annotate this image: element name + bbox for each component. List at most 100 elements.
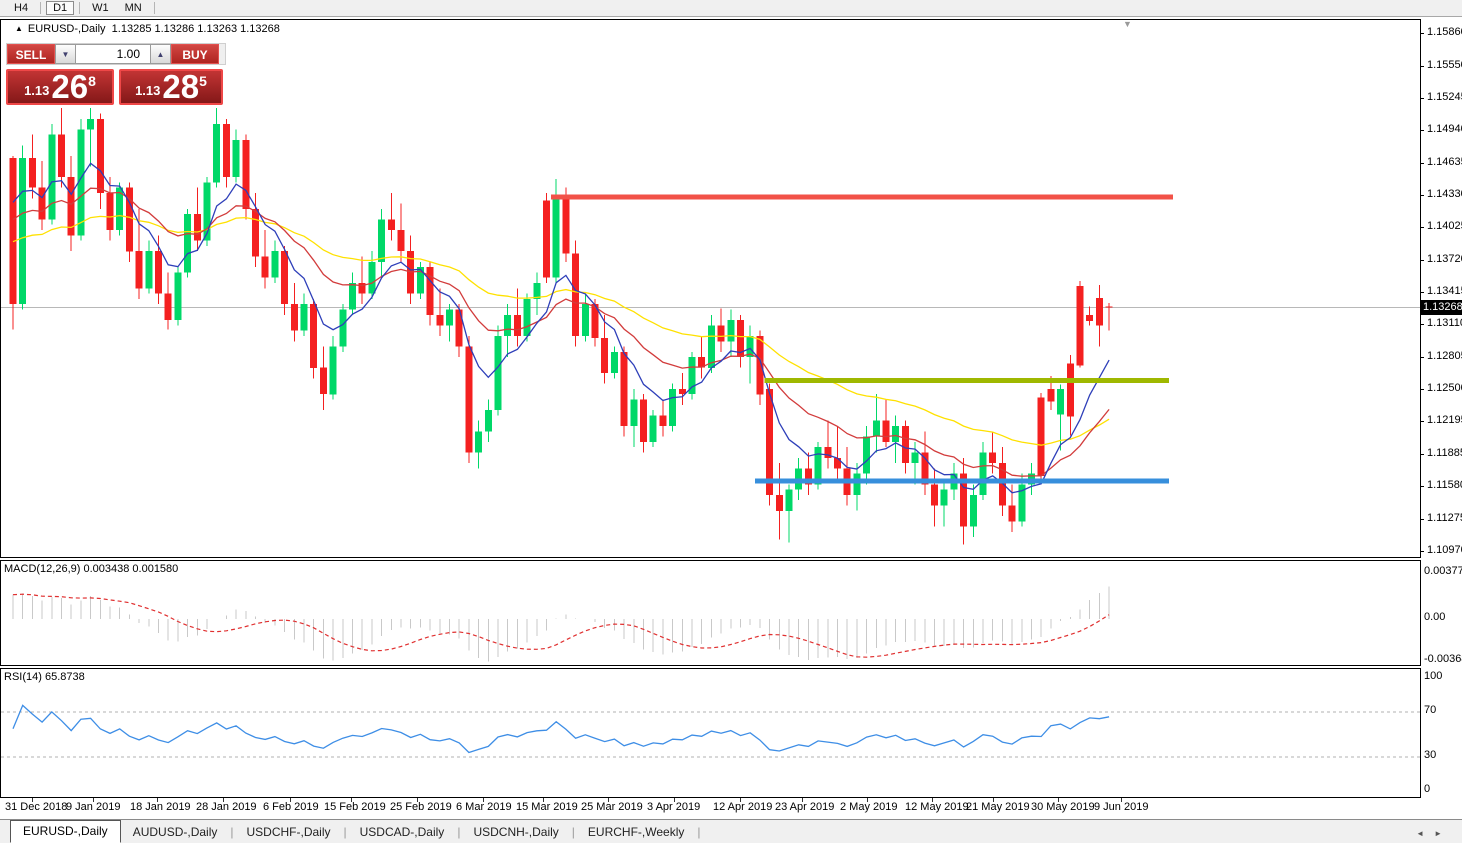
price-tick-label: 1.11275 xyxy=(1427,512,1462,524)
main-chart-pane[interactable]: ▲ EURUSD-,Daily 1.13285 1.13286 1.13263 1… xyxy=(0,19,1421,558)
buy-price-sup: 5 xyxy=(199,73,207,89)
date-axis-label: 28 Jan 2019 xyxy=(196,801,257,813)
buy-price-prefix: 1.13 xyxy=(135,83,160,98)
timeframe-button-h4[interactable]: H4 xyxy=(7,1,35,15)
date-axis-label: 12 May 2019 xyxy=(905,801,969,813)
volume-up-button[interactable]: ▲ xyxy=(150,44,171,64)
timeframe-button-w1[interactable]: W1 xyxy=(85,1,116,15)
price-tick-label: 1.15860 xyxy=(1427,26,1462,38)
date-tick-mark xyxy=(483,798,484,802)
date-axis-label: 15 Feb 2019 xyxy=(324,801,386,813)
price-tick-label: 1.15245 xyxy=(1427,91,1462,103)
date-tick-mark xyxy=(608,798,609,802)
rsi-axis-label: 30 xyxy=(1424,749,1436,761)
date-axis-label: 30 May 2019 xyxy=(1031,801,1095,813)
date-axis-label: 6 Mar 2019 xyxy=(456,801,512,813)
date-tick-mark xyxy=(1058,798,1059,802)
date-tick-mark xyxy=(290,798,291,802)
price-tick-label: 1.12805 xyxy=(1427,350,1462,362)
sell-price-sup: 8 xyxy=(88,73,96,89)
date-axis-label: 15 Mar 2019 xyxy=(516,801,578,813)
price-tick-mark xyxy=(1420,486,1424,487)
price-tick-label: 1.13415 xyxy=(1427,285,1462,297)
timeframe-button-d1[interactable]: D1 xyxy=(46,1,74,15)
price-tick-label: 1.11885 xyxy=(1427,447,1462,459)
timeframe-button-mn[interactable]: MN xyxy=(118,1,149,15)
date-axis-label: 31 Dec 2018 xyxy=(5,801,67,813)
date-tick-mark xyxy=(223,798,224,802)
price-tick-mark xyxy=(1420,195,1424,196)
timeframe-toolbar: H4 D1 W1MN xyxy=(0,0,1462,17)
tab-usdcnh-daily[interactable]: USDCNH-,Daily xyxy=(461,822,570,843)
sell-button[interactable]: SELL xyxy=(7,44,55,64)
tab-usdcad-daily[interactable]: USDCAD-,Daily xyxy=(348,822,457,843)
tab-eurusd-daily[interactable]: EURUSD-,Daily xyxy=(10,820,121,843)
chevron-down-icon: ▼ xyxy=(62,50,70,59)
date-tick-mark xyxy=(674,798,675,802)
date-axis-label: 9 Jun 2019 xyxy=(1094,801,1148,813)
price-tick-mark xyxy=(1420,292,1424,293)
price-tick-label: 1.13720 xyxy=(1427,253,1462,265)
rsi-indicator-pane[interactable]: RSI(14) 65.8738 xyxy=(0,668,1421,798)
price-tick-mark xyxy=(1420,454,1424,455)
price-tick-label: 1.14635 xyxy=(1427,156,1462,168)
date-axis-label: 12 Apr 2019 xyxy=(713,801,772,813)
date-axis-label: 2 May 2019 xyxy=(840,801,897,813)
tab-scroll-right-icon[interactable]: ► xyxy=(1434,829,1452,838)
volume-input[interactable] xyxy=(76,44,150,64)
tab-scroll-arrows[interactable]: ◄► xyxy=(1416,829,1452,838)
toolbar-separator xyxy=(154,2,155,14)
rsi-axis-label: 0 xyxy=(1424,783,1430,795)
price-tick-label: 1.12500 xyxy=(1427,382,1462,394)
date-axis-label: 25 Feb 2019 xyxy=(390,801,452,813)
date-tick-mark xyxy=(32,798,33,802)
macd-label: MACD(12,26,9) 0.003438 0.001580 xyxy=(4,563,178,575)
buy-button[interactable]: BUY xyxy=(171,44,219,64)
date-tick-mark xyxy=(740,798,741,802)
macd-axis-label: 0.003777 xyxy=(1424,565,1462,577)
chart-title: EURUSD-,Daily xyxy=(28,23,106,35)
toolbar-separator xyxy=(79,2,80,14)
price-tick-mark xyxy=(1420,66,1424,67)
price-tick-label: 1.12195 xyxy=(1427,414,1462,426)
macd-axis-label: 0.00 xyxy=(1424,611,1445,623)
date-tick-mark xyxy=(543,798,544,802)
price-tick-mark xyxy=(1420,130,1424,131)
price-tick-mark xyxy=(1420,33,1424,34)
chart-shift-marker-icon[interactable]: ▼ xyxy=(1123,19,1132,29)
price-tick-mark xyxy=(1420,163,1424,164)
current-price-tag: 1.13268 xyxy=(1421,300,1462,315)
price-tick-mark xyxy=(1420,421,1424,422)
date-tick-mark xyxy=(93,798,94,802)
sell-price-big: 26 xyxy=(51,72,88,102)
tab-usdchf-daily[interactable]: USDCHF-,Daily xyxy=(235,822,343,843)
chevron-up-icon: ▲ xyxy=(157,50,165,59)
date-tick-mark xyxy=(802,798,803,802)
price-tick-label: 1.14025 xyxy=(1427,220,1462,232)
price-tick-label: 1.14940 xyxy=(1427,123,1462,135)
tab-audusd-daily[interactable]: AUDUSD-,Daily xyxy=(121,822,230,843)
date-tick-mark xyxy=(993,798,994,802)
macd-indicator-pane[interactable]: MACD(12,26,9) 0.003438 0.001580 xyxy=(0,560,1421,666)
price-tick-label: 1.13110 xyxy=(1427,317,1462,329)
price-tick-mark xyxy=(1420,260,1424,261)
sell-price-box[interactable]: 1.13 26 8 xyxy=(6,69,114,105)
toolbar-separator xyxy=(40,2,41,14)
date-axis-label: 6 Feb 2019 xyxy=(263,801,319,813)
volume-down-button[interactable]: ▼ xyxy=(55,44,76,64)
rsi-axis-label: 100 xyxy=(1424,670,1442,682)
chart-ohlc-values: 1.13285 1.13286 1.13263 1.13268 xyxy=(112,23,280,35)
tab-scroll-left-icon[interactable]: ◄ xyxy=(1416,829,1434,838)
price-tick-label: 1.11580 xyxy=(1427,479,1462,491)
price-tick-mark xyxy=(1420,551,1424,552)
price-tick-label: 1.15550 xyxy=(1427,59,1462,71)
tab-eurchf-weekly[interactable]: EURCHF-,Weekly xyxy=(576,822,696,843)
collapse-panel-icon[interactable]: ▲ xyxy=(15,24,23,33)
buy-price-box[interactable]: 1.13 28 5 xyxy=(119,69,223,105)
date-axis-label: 3 Apr 2019 xyxy=(647,801,700,813)
date-tick-mark xyxy=(157,798,158,802)
date-tick-mark xyxy=(417,798,418,802)
price-tick-mark xyxy=(1420,519,1424,520)
rsi-label: RSI(14) 65.8738 xyxy=(4,671,85,683)
date-axis-label: 25 Mar 2019 xyxy=(581,801,643,813)
